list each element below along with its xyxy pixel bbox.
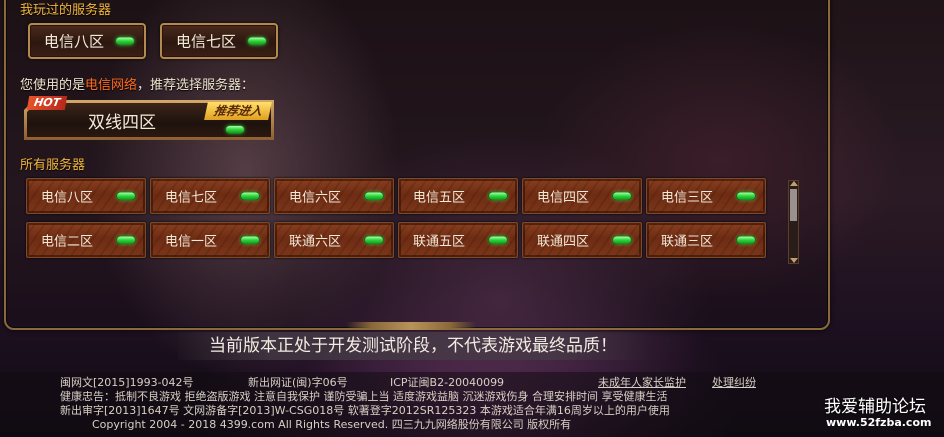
online-status-icon (489, 192, 507, 200)
server-name: 联通四区 (537, 234, 590, 250)
online-status-icon (116, 37, 134, 45)
footer-approvals: 新出审字[2013]1647号 文网游备字[2013]W-CSG018号 软著登… (60, 404, 670, 417)
scroll-up-arrow-icon[interactable] (790, 181, 798, 186)
server-button[interactable]: 联通五区 (398, 222, 518, 258)
server-button[interactable]: 联通六区 (274, 222, 394, 258)
server-button[interactable]: 电信五区 (398, 178, 518, 214)
server-button[interactable]: 联通四区 (522, 222, 642, 258)
server-button[interactable]: 电信七区 (150, 178, 270, 214)
parents-guardian-link[interactable]: 未成年人家长监护 (598, 376, 686, 389)
played-servers-label: 我玩过的服务器 (20, 3, 112, 18)
online-status-icon (117, 192, 135, 200)
dispute-link[interactable]: 处理纠纷 (712, 376, 756, 389)
server-name: 电信四区 (537, 190, 590, 206)
online-status-icon (248, 37, 266, 45)
server-name: 联通五区 (413, 234, 466, 250)
server-button[interactable]: 电信三区 (646, 178, 766, 214)
online-status-icon (489, 236, 507, 244)
all-servers-label: 所有服务器 (20, 158, 86, 173)
server-button[interactable]: 电信四区 (522, 178, 642, 214)
server-name: 电信五区 (413, 190, 466, 206)
server-name: 电信八区 (44, 32, 105, 51)
panel-bottom-ornament (346, 322, 476, 330)
online-status-icon (365, 192, 383, 200)
server-name: 电信七区 (176, 32, 237, 51)
scroll-thumb[interactable] (790, 189, 797, 221)
network-name: 电信网络 (85, 78, 138, 93)
scroll-down-arrow-icon[interactable] (790, 258, 798, 263)
online-status-icon (365, 236, 383, 244)
using-suffix: ，推荐选择服务器： (137, 78, 255, 93)
server-list-scrollbar[interactable] (788, 180, 799, 264)
online-status-icon (613, 236, 631, 244)
server-name: 电信六区 (289, 190, 342, 206)
online-status-icon (737, 236, 755, 244)
footer-copyright: Copyright 2004 - 2018 4399.com All Right… (92, 418, 572, 431)
server-name: 电信七区 (165, 190, 218, 206)
server-name: 电信八区 (41, 190, 94, 206)
server-button[interactable]: 联通三区 (646, 222, 766, 258)
server-name: 联通六区 (289, 234, 342, 250)
hot-badge: HOT (26, 96, 68, 110)
server-name: 联通三区 (661, 234, 714, 250)
online-status-icon (117, 236, 135, 244)
server-name: 电信二区 (41, 234, 94, 250)
footer-license-3: ICP证闽B2-20040099 (390, 376, 505, 389)
online-status-icon (613, 192, 631, 200)
dispute-link-text[interactable]: 处理纠纷 (712, 376, 756, 389)
footer-license-2: 新出网证(闽)字06号 (248, 376, 348, 389)
server-button[interactable]: 电信八区 (26, 178, 146, 214)
played-server-2-button[interactable]: 电信七区 (160, 23, 278, 59)
recommend-enter-badge[interactable]: 推荐进入 (204, 102, 272, 120)
recommended-server-name: 双线四区 (88, 113, 156, 133)
online-status-icon (241, 192, 259, 200)
footer-license-1: 闽网文[2015]1993-042号 (60, 376, 194, 389)
beta-notice: 当前版本正处于开发测试阶段，不代表游戏最终品质！ (178, 332, 648, 360)
played-server-1-button[interactable]: 电信八区 (28, 23, 146, 59)
using-prefix: 您使用的是 (20, 78, 86, 93)
parents-guardian-link-text[interactable]: 未成年人家长监护 (598, 376, 686, 389)
server-button[interactable]: 电信一区 (150, 222, 270, 258)
server-name: 电信一区 (165, 234, 218, 250)
watermark-title: 我爱辅助论坛 (824, 397, 926, 417)
server-button[interactable]: 电信六区 (274, 178, 394, 214)
network-recommend-label: 您使用的是电信网络，推荐选择服务器： (20, 74, 254, 93)
online-status-icon (226, 126, 244, 133)
online-status-icon (241, 236, 259, 244)
watermark-url: www.52fzba.com (826, 416, 932, 429)
health-advice: 健康忠告：抵制不良游戏 拒绝盗版游戏 注意自我保护 谨防受骗上当 适度游戏益脑 … (60, 390, 668, 403)
online-status-icon (737, 192, 755, 200)
server-button[interactable]: 电信二区 (26, 222, 146, 258)
server-name: 电信三区 (661, 190, 714, 206)
